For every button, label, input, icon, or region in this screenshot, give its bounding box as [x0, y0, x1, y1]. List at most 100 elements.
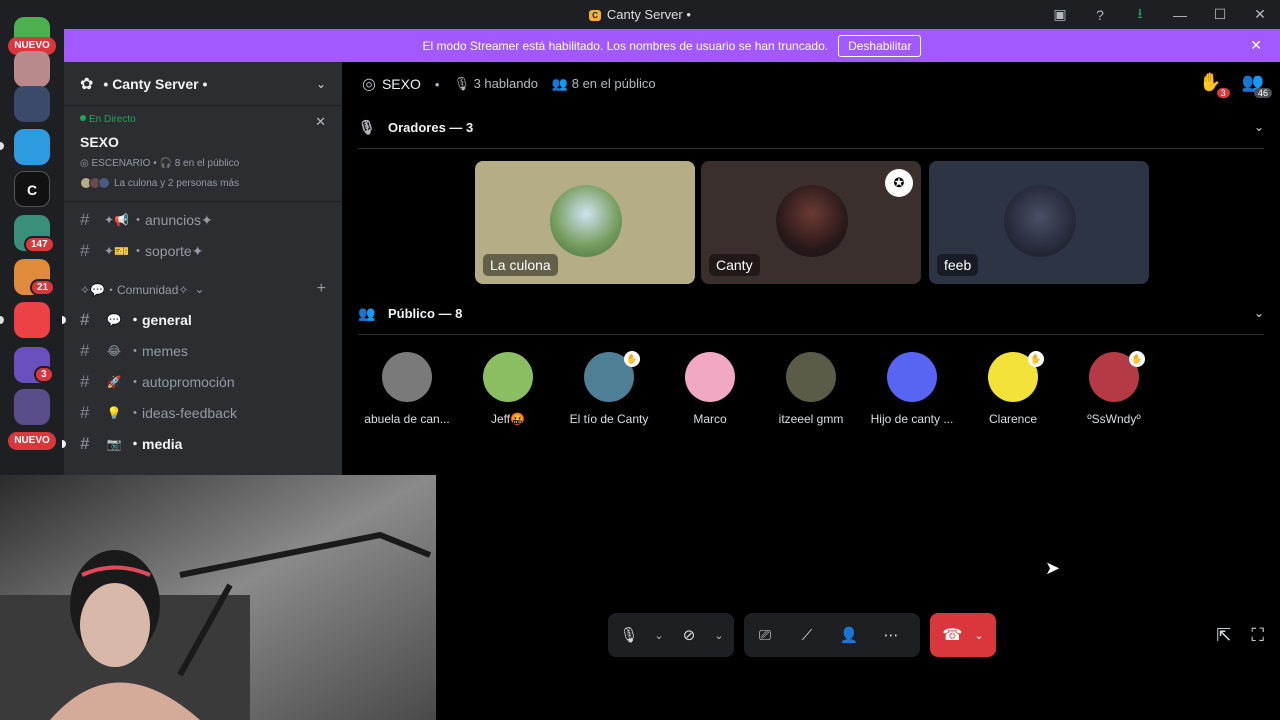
close-icon[interactable]: ✕ — [1250, 37, 1262, 54]
chevron-down-icon[interactable]: ⌄ — [974, 629, 983, 642]
audience-member[interactable]: ✋ El tío de Canty — [559, 351, 659, 426]
audience-name: ºSsWndyº — [1087, 412, 1141, 426]
server-icon[interactable] — [14, 389, 50, 425]
channel-soporte[interactable]: # ✦🎫 ・soporte✦ — [64, 235, 342, 266]
avatar — [786, 352, 836, 402]
live-stage-name: SEXO — [80, 134, 119, 150]
hash-icon: # — [80, 433, 90, 453]
raised-hand-icon: ✋ — [624, 351, 640, 367]
server-icon[interactable] — [14, 86, 50, 122]
audience-member[interactable]: Jeff🤬 — [458, 352, 558, 426]
live-stage-card[interactable]: En Directo ✕ SEXO ◎ ESCENARIO • 🎧 8 en e… — [64, 106, 342, 202]
avatar: ✋ — [988, 351, 1044, 402]
audience-member[interactable]: Hijo de canty ... — [862, 352, 962, 426]
channel-anuncios[interactable]: # ✦📢 ・anuncios✦ — [64, 204, 342, 235]
speaking-count-text: 3 hablando — [473, 76, 538, 91]
banner-text: El modo Streamer está habilitado. Los no… — [422, 38, 829, 53]
chevron-down-icon: ⌄ — [1253, 306, 1264, 320]
add-channel-icon[interactable]: + — [317, 280, 326, 298]
channel-sidebar: ✿ • Canty Server • ⌄ En Directo ✕ SEXO ◎… — [62, 62, 342, 475]
mention-count: 3 — [34, 366, 54, 383]
stage-main: ◎ SEXO • 🎙 3 hablando 👥 8 en el público … — [342, 62, 1280, 720]
stage-type: ESCENARIO — [91, 158, 151, 169]
share-screen-icon[interactable]: ⎚ — [744, 627, 786, 644]
fullscreen-icon[interactable]: ⛶ — [1251, 625, 1264, 646]
server-icon[interactable] — [14, 51, 50, 87]
server-name: • Canty Server • — [103, 75, 208, 92]
hub-server-icon[interactable]: C — [14, 171, 50, 207]
activity-icon[interactable]: ⟋ — [786, 627, 828, 644]
server-icon[interactable] — [14, 302, 50, 338]
speaker-tile[interactable]: feeb — [929, 161, 1149, 284]
phone-hangup-icon: ☎ — [942, 627, 963, 644]
channel-general[interactable]: # 💬 ・general — [62, 304, 342, 335]
raised-hand-icon: ✋ — [1129, 351, 1145, 367]
audience-member[interactable]: ✋ ºSsWndyº — [1064, 351, 1164, 426]
stage-icon: ◎ — [362, 76, 376, 93]
unread-pill — [62, 439, 66, 448]
channel-memes[interactable]: # 😂 ・memes — [64, 335, 342, 366]
chevron-down-icon[interactable]: ⌄ — [650, 629, 668, 642]
chevron-down-icon: ⌄ — [194, 282, 205, 296]
divider — [358, 148, 1264, 149]
category-comunidad[interactable]: ✧💬・Comunidad✧ ⌄ + — [64, 274, 342, 304]
avatar — [776, 185, 848, 257]
live-people: La culona y 2 personas más — [80, 177, 326, 189]
speaker-name: Canty — [709, 254, 760, 276]
people-icon: 👥 — [551, 76, 569, 91]
maximize-button[interactable]: ☐ — [1200, 6, 1240, 23]
channel-label: ・memes — [128, 342, 188, 359]
minimize-button[interactable]: — — [1160, 7, 1200, 23]
channel-emoji: 📷 — [106, 436, 122, 451]
inbox-icon[interactable]: ▣ — [1040, 6, 1080, 23]
chevron-down-icon[interactable]: ⌄ — [710, 629, 728, 642]
download-icon[interactable]: ⭳ — [1120, 3, 1160, 27]
moderator-star-icon: ✪ — [885, 169, 913, 197]
speaker-name: La culona — [483, 254, 558, 276]
webcam-feed — [0, 475, 436, 720]
members-button[interactable]: 👥 46 — [1242, 72, 1272, 98]
speakers-section-header[interactable]: 🎙 Oradores — 3 ⌄ — [358, 116, 1264, 138]
raised-hands-button[interactable]: ✋ 3 — [1199, 72, 1230, 98]
more-icon[interactable]: ⋯ — [870, 626, 912, 644]
unread-pill — [0, 316, 4, 324]
camera-off-icon[interactable]: ⊘ — [668, 626, 710, 644]
invite-icon[interactable]: 👤 — [828, 626, 870, 644]
audience-name: itzeeel gmm — [778, 412, 844, 426]
chevron-down-icon: ⌄ — [1253, 120, 1264, 134]
channel-ideas-feedback[interactable]: # 💡 ・ideas-feedback — [64, 397, 342, 428]
unread-pill — [62, 315, 66, 324]
chevron-down-icon: ⌄ — [315, 76, 326, 91]
media-controls: 🎙 ⌄ ⊘ ⌄ — [608, 613, 734, 657]
live-stage-meta: ◎ ESCENARIO • 🎧 8 en el público — [80, 158, 240, 169]
audience-member[interactable]: ✋ Clarence — [963, 351, 1063, 426]
server-header[interactable]: ✿ • Canty Server • ⌄ — [64, 62, 342, 106]
channel-autopromocion[interactable]: # 🚀 ・autopromoción — [64, 366, 342, 397]
audience-name: Jeff🤬 — [490, 412, 526, 426]
server-icon[interactable] — [14, 129, 50, 165]
speaker-tile[interactable]: ✪ Canty — [701, 161, 921, 284]
stage-header: ◎ SEXO • 🎙 3 hablando 👥 8 en el público — [342, 62, 1280, 106]
close-window-button[interactable]: ✕ — [1240, 6, 1280, 23]
help-icon[interactable]: ? — [1080, 7, 1120, 23]
channel-media[interactable]: # 📷 ・media — [62, 428, 342, 459]
avatar — [550, 185, 622, 257]
person-face — [80, 583, 150, 667]
close-icon[interactable]: ✕ — [315, 114, 326, 130]
disable-streamer-button[interactable]: Deshabilitar — [838, 34, 922, 57]
stage-controls: ⎚ ⟋ 👤 ⋯ — [744, 613, 920, 657]
audience-member[interactable]: itzeeel gmm — [761, 352, 861, 426]
channel-emoji: 💬 — [106, 312, 122, 327]
app-logo: C — [589, 10, 601, 21]
audience-name: Marco — [693, 412, 727, 426]
audience-section-header[interactable]: 👥 Público — 8 ⌄ — [358, 302, 1264, 324]
popout-icon[interactable]: ⇱ — [1216, 625, 1231, 646]
speaker-tile[interactable]: La culona — [475, 161, 695, 284]
hash-icon: # — [80, 309, 90, 329]
audience-member[interactable]: abuela de can... — [357, 352, 457, 426]
microphone-icon[interactable]: 🎙 — [608, 626, 650, 644]
leave-stage-button[interactable]: ☎ ⌄ — [930, 613, 996, 657]
hash-icon: # — [80, 402, 90, 422]
speaking-count: 🎙 3 hablando — [453, 76, 537, 92]
audience-member[interactable]: Marco — [660, 352, 760, 426]
